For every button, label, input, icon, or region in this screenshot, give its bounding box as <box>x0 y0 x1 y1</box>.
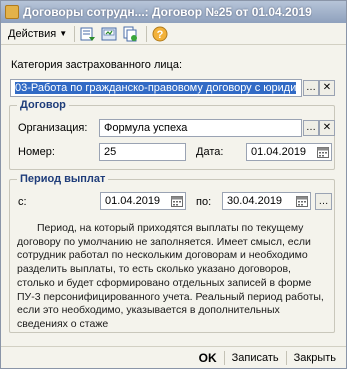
close-button[interactable]: Закрыть <box>290 352 340 364</box>
period-to-value: 30.04.2019 <box>227 195 283 207</box>
ellipsis-icon: … <box>306 82 316 93</box>
payment-period-group-title: Период выплат <box>17 173 109 185</box>
period-from-value: 01.04.2019 <box>105 195 161 207</box>
organization-field[interactable]: Формула успеха <box>99 119 302 137</box>
calendar-icon[interactable] <box>296 195 308 207</box>
copy-button[interactable] <box>121 25 139 43</box>
footer-bar: OK Записать Закрыть <box>1 346 346 368</box>
save-button[interactable] <box>100 25 118 43</box>
category-value: 03-Работа по гражданско-правовому догово… <box>15 82 297 94</box>
organization-clear-button[interactable]: ✕ <box>319 120 335 136</box>
copy-icon <box>123 26 138 41</box>
contract-group-title: Договор <box>17 99 69 111</box>
close-icon: ✕ <box>322 122 332 133</box>
ellipsis-icon: … <box>306 122 316 133</box>
category-clear-button[interactable]: ✕ <box>319 80 335 96</box>
category-field[interactable]: 03-Работа по гражданско-правовому догово… <box>10 79 302 97</box>
post-document-icon <box>80 27 96 41</box>
ellipsis-icon: … <box>318 195 329 207</box>
date-label: Дата: <box>196 146 224 158</box>
help-icon: ? <box>152 26 168 41</box>
svg-text:?: ? <box>157 29 164 41</box>
help-button[interactable]: ? <box>151 25 169 43</box>
toolbar-separator <box>74 25 76 42</box>
post-document-button[interactable] <box>79 25 97 43</box>
window-title: Договоры сотрудн...: Договор №25 от 01.0… <box>23 5 312 19</box>
period-from-label: с: <box>18 196 27 208</box>
organization-value: Формула успеха <box>104 122 188 134</box>
category-label: Категория застрахованного лица: <box>11 59 182 71</box>
close-icon: ✕ <box>322 82 332 93</box>
actions-menu[interactable]: Действия ▼ <box>5 25 70 43</box>
title-bar[interactable]: Договоры сотрудн...: Договор №25 от 01.0… <box>1 1 346 23</box>
actions-menu-label: Действия <box>8 27 57 40</box>
save-record-button[interactable]: Записать <box>228 352 283 364</box>
period-info-text: Период, на который приходятся выплаты по… <box>17 222 324 330</box>
number-field[interactable]: 25 <box>99 143 186 161</box>
number-label: Номер: <box>18 146 55 158</box>
period-to-label: по: <box>196 196 212 208</box>
period-select-button[interactable]: … <box>315 193 332 210</box>
chevron-down-icon: ▼ <box>59 29 68 38</box>
toolbar: Действия ▼ ? <box>1 23 346 45</box>
category-select-button[interactable]: … <box>303 80 319 96</box>
footer-separator <box>223 350 225 365</box>
toolbar-separator <box>146 25 148 42</box>
app-icon <box>5 5 19 19</box>
date-value: 01.04.2019 <box>251 146 307 158</box>
organization-label: Организация: <box>18 122 88 134</box>
ok-button[interactable]: OK <box>195 351 221 365</box>
document-window: Договоры сотрудн...: Договор №25 от 01.0… <box>0 0 347 369</box>
organization-select-button[interactable]: … <box>303 120 319 136</box>
save-icon <box>101 27 117 40</box>
footer-separator <box>285 350 287 365</box>
number-value: 25 <box>104 146 117 158</box>
calendar-icon[interactable] <box>171 195 183 207</box>
calendar-icon[interactable] <box>317 146 329 158</box>
